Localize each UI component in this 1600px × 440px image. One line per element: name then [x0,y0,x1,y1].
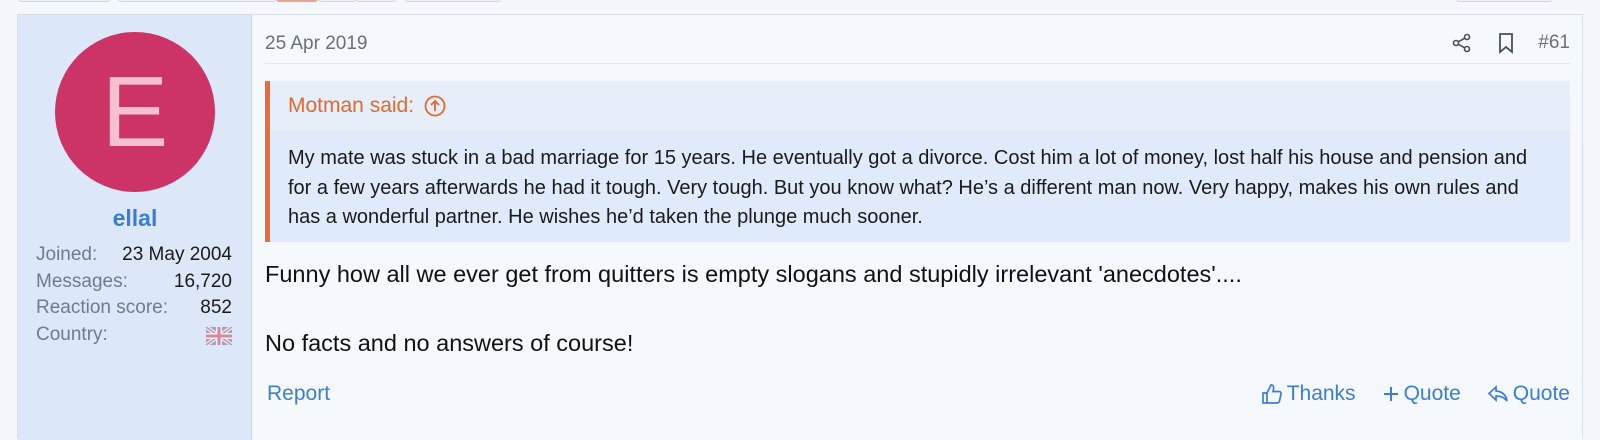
toolbar-button[interactable] [1456,0,1552,2]
jump-to-quote-icon[interactable] [424,95,446,117]
thumbs-up-icon [1261,384,1282,404]
thanks-button[interactable]: Thanks [1261,382,1356,406]
post-footer: Report Thanks Quote Quote [265,382,1570,412]
quote-author-link[interactable]: Motman said: [288,94,414,118]
post-date[interactable]: 25 Apr 2019 [265,33,367,55]
message-paragraph: Funny how all we ever get from quitters … [265,261,1242,287]
stat-key: Reaction score: [36,297,169,318]
reply-quote-button[interactable]: Quote [1487,382,1570,406]
thanks-label: Thanks [1286,382,1356,405]
top-toolbar-strip [0,0,1600,14]
blockquote: Motman said: My mate was stuck in a bad … [265,81,1570,242]
bookmark-icon[interactable] [1494,31,1518,55]
stat-key: Joined: [36,244,98,265]
user-stats: Joined: 23 May 2004 Messages: 16,720 Rea… [36,242,232,348]
reply-icon [1487,385,1508,402]
stat-messages: Messages: 16,720 [36,269,232,296]
stat-country: Country: [36,322,232,349]
post-actions: Thanks Quote Quote [1235,382,1570,406]
share-icon[interactable] [1450,31,1474,55]
avatar[interactable]: E [55,32,215,192]
stat-reaction-score: Reaction score: 852 [36,295,232,322]
avatar-letter: E [101,56,169,168]
multiquote-label: Quote [1403,382,1461,405]
stat-key: Country: [36,323,108,345]
stat-value: 852 [200,297,232,318]
multiquote-button[interactable]: Quote [1382,382,1461,406]
stat-key: Messages: [36,270,128,292]
report-link[interactable]: Report [267,382,330,406]
message-body: Funny how all we ever get from quitters … [265,257,1570,395]
forum-post: E ellal Joined: 23 May 2004 Messages: 16… [17,14,1583,440]
toolbar-button[interactable] [318,0,356,2]
header-divider [265,63,1570,64]
stat-value: 23 May 2004 [122,244,232,265]
stat-value[interactable]: 16,720 [174,269,232,296]
toolbar-button[interactable] [405,0,501,2]
quote-header: Motman said: [270,81,1570,131]
stat-joined: Joined: 23 May 2004 [36,242,232,269]
quote-label: Quote [1512,382,1570,405]
user-panel-arrow [252,51,264,71]
post-number-link[interactable]: #61 [1538,32,1570,54]
user-panel: E ellal Joined: 23 May 2004 Messages: 16… [18,15,252,440]
post-main: 25 Apr 2019 #61 Motman said: My mate was… [265,15,1570,440]
toolbar-button-active[interactable] [276,0,318,2]
post-header-actions: #61 [1450,31,1570,55]
uk-flag-icon [206,326,232,345]
username-link[interactable]: ellal [18,205,252,232]
plus-icon [1383,387,1398,401]
toolbar-button[interactable] [118,0,276,2]
toolbar-button[interactable] [18,0,110,2]
quote-text: My mate was stuck in a bad marriage for … [288,147,1528,228]
message-paragraph: No facts and no answers of course! [265,330,634,356]
toolbar-button[interactable] [356,0,396,2]
